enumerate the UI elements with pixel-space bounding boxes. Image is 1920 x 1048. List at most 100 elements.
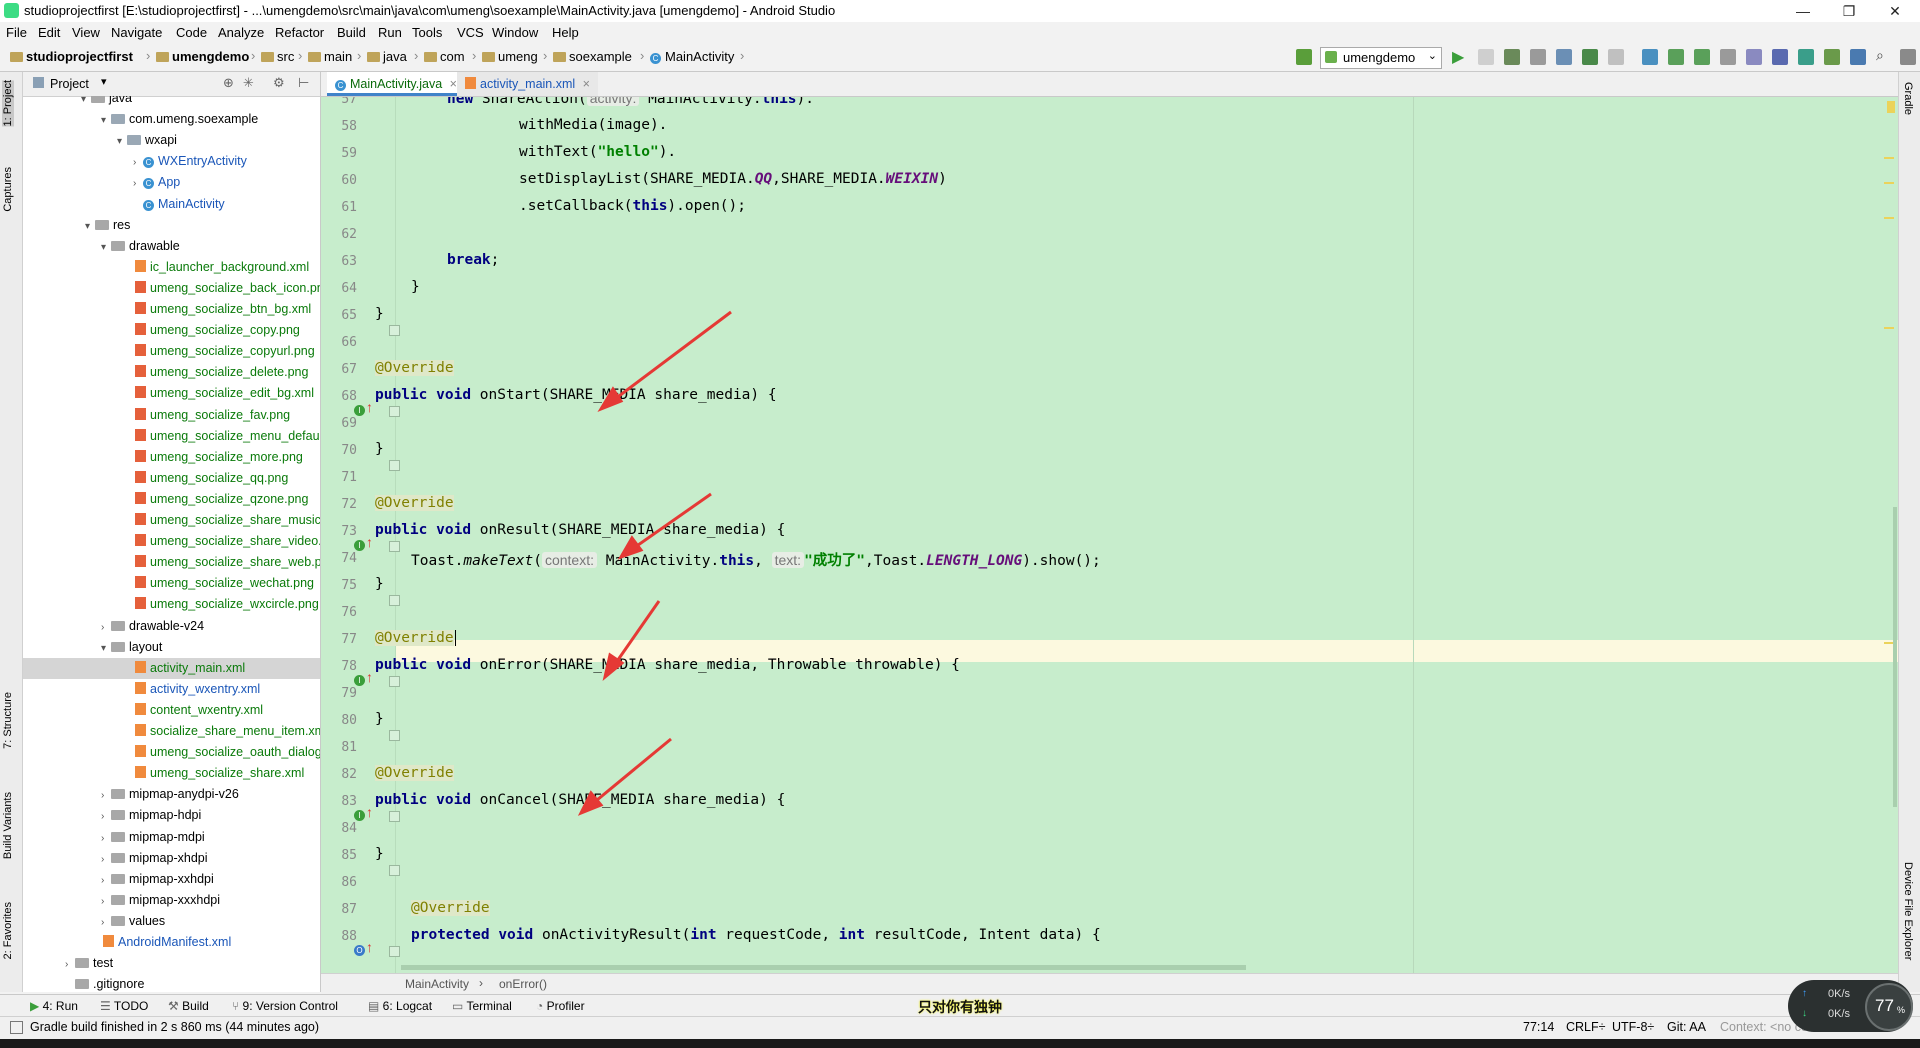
breadcrumb-soexample[interactable]: soexample [553,49,632,64]
menu-analyze[interactable]: Analyze [218,25,264,40]
tree-item[interactable]: umeng_socialize_edit_bg.xml [23,383,320,404]
toggle-tool-windows-icon[interactable] [10,1021,23,1034]
tree-item[interactable]: › mipmap-xxxhdpi [23,890,320,911]
tab-structure[interactable]: 7: Structure [2,692,14,749]
tab-build[interactable]: ⚒ Build [168,999,209,1013]
revert-icon[interactable] [1772,49,1788,65]
tree-item[interactable]: umeng_socialize_oauth_dialog.xml [23,742,320,763]
chevron-right-icon[interactable]: › [101,785,111,805]
tree-item[interactable]: umeng_socialize_share.xml [23,763,320,784]
gradle-sync-icon[interactable] [1798,49,1814,65]
tree-item[interactable]: AndroidManifest.xml [23,932,320,953]
tree-item[interactable]: ic_launcher_background.xml [23,257,320,278]
hide-panel-icon[interactable]: ⊢ [298,75,309,91]
horizontal-scrollbar[interactable] [401,965,1246,970]
tree-item[interactable]: umeng_socialize_copyurl.png [23,341,320,362]
file-encoding[interactable]: UTF-8÷ [1612,1020,1654,1034]
tree-item[interactable]: activity_main.xml [23,657,320,679]
menu-edit[interactable]: Edit [38,25,60,40]
project-structure-icon[interactable] [1900,49,1916,65]
tree-item[interactable]: umeng_socialize_copy.png [23,320,320,341]
coverage-icon[interactable] [1530,49,1546,65]
tree-item[interactable]: umeng_socialize_qzone.png [23,489,320,510]
warning-marker[interactable] [1887,101,1895,113]
tree-item[interactable]: › mipmap-hdpi [23,805,320,826]
tab-version-control[interactable]: ⑂ 9: Version Control [232,999,338,1013]
chevron-down-icon[interactable]: ▾ [101,75,107,88]
debug-icon[interactable] [1504,49,1520,65]
apply-changes-icon[interactable] [1478,49,1494,65]
tab-gradle[interactable]: Gradle [1902,82,1914,115]
tree-item[interactable]: content_wxentry.xml [23,700,320,721]
chevron-right-icon[interactable]: › [133,152,143,172]
sdk-manager-icon[interactable] [1850,49,1866,65]
tree-item[interactable]: umeng_socialize_back_icon.png [23,278,320,299]
tab-profiler[interactable]: ◔ Profiler [536,999,585,1013]
tree-item[interactable]: socialize_share_menu_item.xml [23,721,320,742]
gear-icon[interactable]: ⚙ [273,75,285,91]
tree-item[interactable]: .gitignore [23,974,320,992]
tab-todo[interactable]: ☰ TODO [100,999,148,1013]
breadcrumb-project[interactable]: studioprojectfirst [10,49,133,64]
tree-item[interactable]: umeng_socialize_share_music.png [23,510,320,531]
menu-refactor[interactable]: Refactor [275,25,324,40]
vcs-commit-icon[interactable] [1694,49,1710,65]
breadcrumb-main[interactable]: main [308,49,352,64]
tree-item[interactable]: › C WXEntryActivity [23,151,320,172]
git-branch[interactable]: Git: AA [1667,1020,1706,1034]
tab-captures[interactable]: Captures [2,167,14,212]
menu-window[interactable]: Window [492,25,538,40]
tree-item[interactable]: ▾ java [23,96,320,109]
close-tab-icon[interactable]: × [450,77,457,91]
tree-item[interactable]: umeng_socialize_share_video.png [23,531,320,552]
scroll-marker[interactable] [1884,157,1894,159]
tab-logcat[interactable]: ▤ 6: Logcat [368,999,432,1013]
chevron-right-icon[interactable]: › [65,954,75,974]
vertical-scrollbar[interactable] [1893,507,1897,807]
tree-item[interactable]: ▾ layout [23,637,320,658]
chevron-down-icon[interactable]: ▾ [101,110,111,130]
breadcrumb-src[interactable]: src [261,49,294,64]
scroll-marker[interactable] [1884,327,1894,329]
tree-item[interactable]: umeng_socialize_fav.png [23,405,320,426]
stop-icon[interactable] [1608,49,1624,65]
tree-item[interactable]: › mipmap-xxhdpi [23,869,320,890]
menu-build[interactable]: Build [337,25,366,40]
menu-navigate[interactable]: Navigate [111,25,162,40]
breadcrumb-mainactivity[interactable]: C MainActivity [650,49,734,64]
network-speed-widget[interactable]: ↑ 0K/s ↓ 0K/s 77 % [1788,980,1913,1032]
chevron-down-icon[interactable]: ▾ [101,638,111,658]
run-icon[interactable]: ▶ [1452,47,1468,66]
vcs-update-icon[interactable] [1668,49,1684,65]
tree-item[interactable]: › test [23,953,320,974]
scroll-marker[interactable] [1884,217,1894,219]
tab-project[interactable]: 1: Project [2,80,14,127]
make-project-icon[interactable] [1296,49,1312,65]
search-icon[interactable]: ⌕ [1876,47,1892,63]
breadcrumb-module[interactable]: umengdemo [156,49,249,64]
chevron-right-icon[interactable]: › [133,173,143,193]
close-tab-icon[interactable]: × [583,77,590,91]
tree-item[interactable]: umeng_socialize_btn_bg.xml [23,299,320,320]
scroll-marker[interactable] [1884,182,1894,184]
tree-item[interactable]: C MainActivity [23,194,320,215]
chevron-right-icon[interactable]: › [101,912,111,932]
tab-build-variants[interactable]: Build Variants [2,792,14,859]
tree-item[interactable]: umeng_socialize_delete.png [23,362,320,383]
tree-item[interactable]: › drawable-v24 [23,616,320,637]
tree-item[interactable]: › values [23,911,320,932]
tree-item[interactable]: umeng_socialize_more.png [23,447,320,468]
tree-item[interactable]: umeng_socialize_wxcircle.png [23,594,320,615]
chevron-down-icon[interactable]: ▾ [81,96,91,109]
tree-item[interactable]: ▾ res [23,215,320,236]
avd-manager-icon[interactable] [1824,49,1840,65]
tree-item[interactable]: ▾ drawable [23,236,320,257]
tab-favorites[interactable]: 2: Favorites [2,902,14,959]
menu-vcs[interactable]: VCS [457,25,484,40]
chevron-right-icon[interactable]: › [101,617,111,637]
tree-item[interactable]: › mipmap-anydpi-v26 [23,784,320,805]
caret-position[interactable]: 77:14 [1523,1020,1554,1034]
chevron-right-icon[interactable]: › [101,849,111,869]
line-separator[interactable]: CRLF÷ [1566,1020,1606,1034]
tab-device-file-explorer[interactable]: Device File Explorer [1902,862,1914,960]
